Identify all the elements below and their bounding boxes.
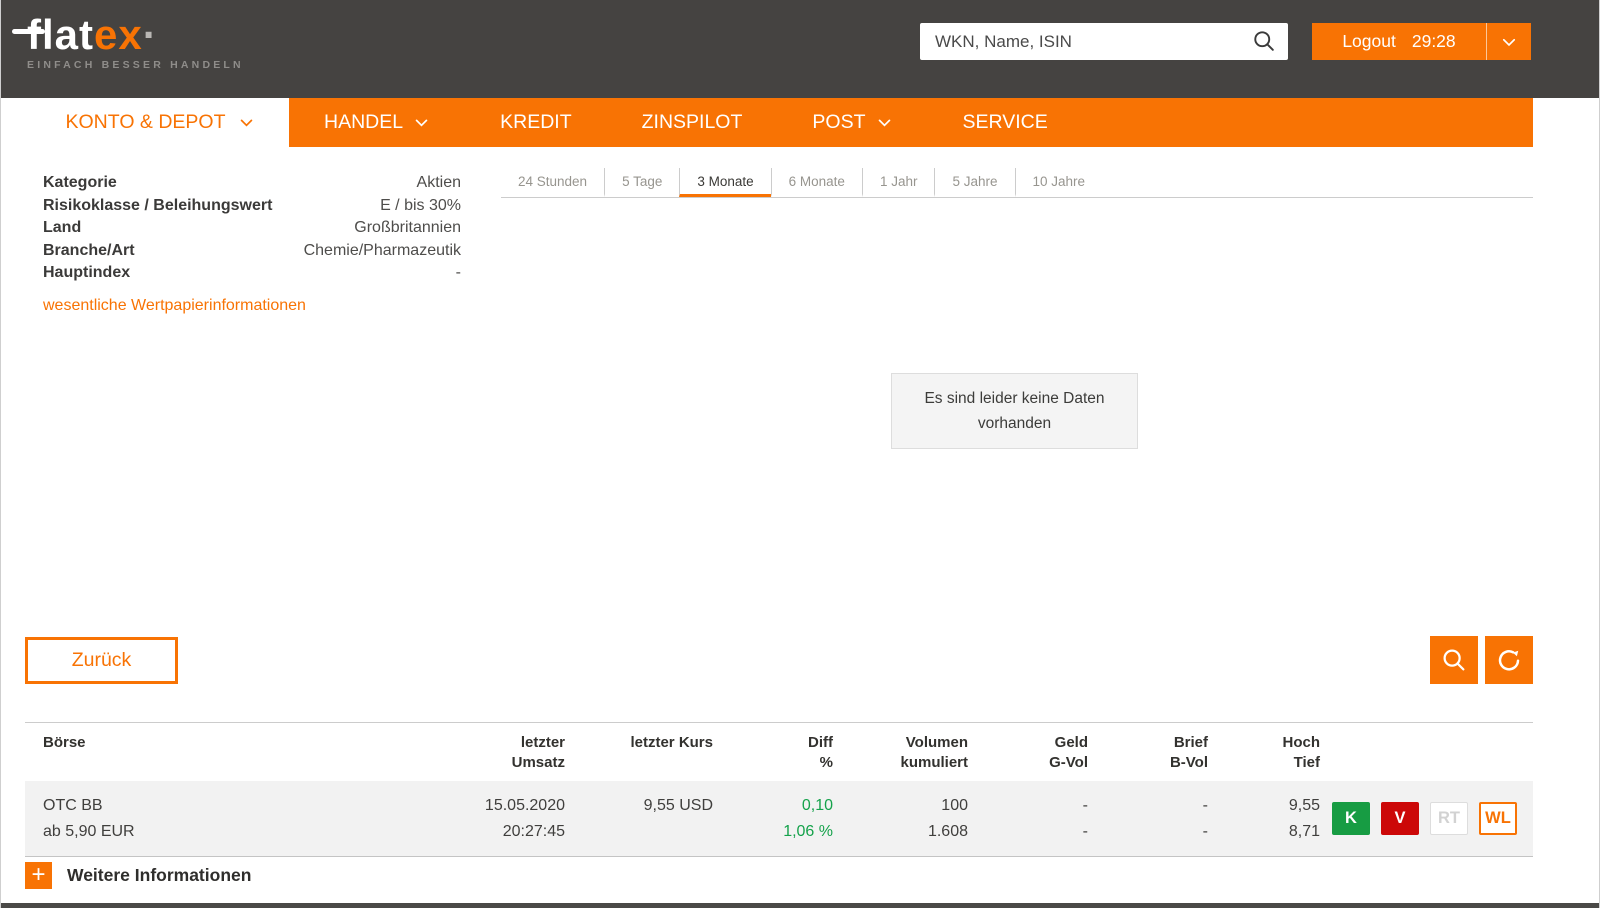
table-search-button[interactable] <box>1430 636 1478 684</box>
logout-menu-toggle[interactable] <box>1487 23 1531 60</box>
nav-label: KONTO & DEPOT <box>65 111 226 133</box>
info-row: Hauptindex - <box>43 262 461 285</box>
cell-letzter-umsatz: 15.05.2020 20:27:45 <box>484 797 565 840</box>
cell-letzter-kurs: 9,55 USD <box>643 797 713 814</box>
info-row: Kategorie Aktien <box>43 172 461 195</box>
cell-volumen: 100 1.608 <box>927 797 968 840</box>
chevron-down-icon <box>1502 38 1516 46</box>
info-value: E / bis 30% <box>380 196 461 214</box>
info-label: Branche/Art <box>43 241 135 259</box>
logout-button[interactable]: Logout 29:28 <box>1312 23 1531 60</box>
nav-label: SERVICE <box>962 111 1048 133</box>
column-header-boerse: Börse <box>43 734 86 751</box>
bottom-edge-bar <box>1 903 1599 908</box>
plus-icon: + <box>25 862 52 889</box>
info-value: Großbritannien <box>354 219 461 237</box>
search-input[interactable] <box>935 31 1249 52</box>
tab-10-jahre[interactable]: 10 Jahre <box>1014 168 1103 197</box>
logout-label: Logout <box>1342 31 1396 51</box>
cell-diff: 0,10 1,06 % <box>783 797 833 840</box>
info-row: Branche/Art Chemie/Pharmazeutik <box>43 240 461 263</box>
watchlist-button[interactable]: WL <box>1479 802 1517 835</box>
search-icon <box>1254 31 1274 51</box>
info-value: Chemie/Pharmazeutik <box>303 241 461 259</box>
table-header-row: Börse letzter Umsatz letzter Kurs Diff% V… <box>25 723 1533 781</box>
tab-5-jahre[interactable]: 5 Jahre <box>934 168 1014 197</box>
buy-button[interactable]: K <box>1332 802 1370 835</box>
tab-1-jahr[interactable]: 1 Jahr <box>861 168 935 197</box>
cell-hoch-tief: 9,55 8,71 <box>1288 797 1320 840</box>
column-header-geld: Geld G-Vol <box>1049 734 1088 771</box>
column-header-brief: Brief B-Vol <box>1169 734 1208 771</box>
search-icon <box>1443 649 1465 671</box>
quotes-table: Börse letzter Umsatz letzter Kurs Diff% V… <box>25 722 1533 857</box>
sell-button[interactable]: V <box>1381 802 1419 835</box>
top-header: flatex· EINFACH BESSER HANDELN Logout 29… <box>1 0 1599 98</box>
logout-label-group: Logout 29:28 <box>1312 23 1486 60</box>
logo-tagline: EINFACH BESSER HANDELN <box>27 59 244 71</box>
table-row: OTC BB ab 5,90 EUR 15.05.2020 20:27:45 9,5… <box>25 781 1533 857</box>
nav-item-kredit[interactable]: KREDIT <box>465 98 607 147</box>
flatex-logo[interactable]: flatex· EINFACH BESSER HANDELN <box>12 12 244 71</box>
chart-no-data-message: Es sind leider keine Daten vorhanden <box>891 373 1138 449</box>
column-header-volumen: Volumen kumuliert <box>900 734 968 771</box>
nav-label: HANDEL <box>324 111 404 133</box>
chart-period-tabs: 24 Stunden 5 Tage 3 Monate 6 Monate 1 Ja… <box>501 168 1533 198</box>
cell-boerse: OTC BB ab 5,90 EUR <box>43 797 135 840</box>
more-information-toggle[interactable]: + Weitere Informationen <box>25 862 251 889</box>
nav-item-handel[interactable]: HANDEL <box>289 98 465 147</box>
nav-item-zinspilot[interactable]: ZINSPILOT <box>607 98 778 147</box>
wertpapierinformationen-link[interactable]: wesentliche Wertpapierinformationen <box>43 295 306 317</box>
nav-item-post[interactable]: POST <box>777 98 927 147</box>
chevron-down-icon <box>240 119 252 127</box>
main-nav: KONTO & DEPOT HANDEL KREDIT ZINSPILOT PO… <box>1 98 1599 147</box>
page: flatex· EINFACH BESSER HANDELN Logout 29… <box>0 0 1600 908</box>
back-button[interactable]: Zurück <box>25 637 178 684</box>
tab-24-stunden[interactable]: 24 Stunden <box>501 168 604 197</box>
refresh-button[interactable] <box>1485 636 1533 684</box>
column-header-hoch-tief: Hoch Tief <box>1282 734 1321 771</box>
column-header-actions <box>1320 733 1533 781</box>
nav-label: POST <box>812 111 866 133</box>
realtime-button[interactable]: RT <box>1430 802 1468 835</box>
info-label: Kategorie <box>43 174 117 191</box>
session-timer: 29:28 <box>1411 31 1456 51</box>
info-label: Hauptindex <box>43 264 131 282</box>
info-row: Risikoklasse / Beleihungswert E / bis 30… <box>43 195 461 218</box>
tab-6-monate[interactable]: 6 Monate <box>770 168 862 197</box>
cell-actions: K V RT WL <box>1320 802 1533 835</box>
info-label: Land <box>43 219 82 237</box>
info-value: - <box>455 264 461 282</box>
nav-label: KREDIT <box>500 111 572 133</box>
nav-label: ZINSPILOT <box>641 111 743 133</box>
chevron-down-icon <box>415 119 428 127</box>
more-information-label: Weitere Informationen <box>67 865 252 885</box>
logo-f-bar <box>12 29 45 34</box>
chevron-down-icon <box>878 119 890 127</box>
refresh-icon <box>1498 650 1520 671</box>
nav-item-konto-depot[interactable]: KONTO & DEPOT <box>31 98 289 147</box>
logo-wordmark: flatex· <box>12 12 244 58</box>
cell-geld: -- <box>1082 797 1088 840</box>
nav-item-service[interactable]: SERVICE <box>928 98 1083 147</box>
info-value: Aktien <box>416 174 461 191</box>
instrument-search <box>920 23 1288 60</box>
search-submit-button[interactable] <box>1249 26 1280 57</box>
column-header-letzter-kurs: letzter Kurs <box>630 734 713 751</box>
info-row: Land Großbritannien <box>43 217 461 240</box>
info-label: Risikoklasse / Beleihungswert <box>43 196 273 214</box>
nav-bar: HANDEL KREDIT ZINSPILOT POST SERVICE <box>289 98 1533 147</box>
tab-3-monate[interactable]: 3 Monate <box>679 168 771 197</box>
tab-5-tage[interactable]: 5 Tage <box>604 168 679 197</box>
instrument-info-panel: Kategorie Aktien Risikoklasse / Beleihun… <box>43 172 461 317</box>
column-header-letzter-umsatz: letzter Umsatz <box>511 734 565 771</box>
cell-brief: -- <box>1202 797 1208 840</box>
column-header-diff: Diff% <box>808 734 833 771</box>
